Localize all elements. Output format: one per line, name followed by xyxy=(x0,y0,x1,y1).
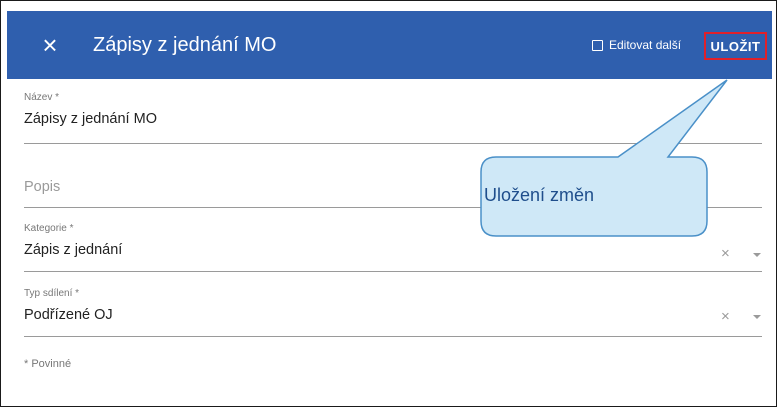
dialog-title: Zápisy z jednání MO xyxy=(93,34,277,56)
checkbox-icon[interactable] xyxy=(592,39,603,51)
close-icon[interactable]: × xyxy=(38,32,62,58)
sharing-type-underline xyxy=(24,336,762,337)
sharing-type-dropdown-icon[interactable] xyxy=(753,315,761,319)
category-dropdown-icon[interactable] xyxy=(753,253,761,257)
category-underline xyxy=(24,271,762,272)
edit-next-label: Editovat další xyxy=(609,38,682,52)
category-clear-icon[interactable]: × xyxy=(721,246,730,261)
dialog-header: × Zápisy z jednání MO Editovat další ULO… xyxy=(7,11,772,79)
save-button[interactable]: ULOŽIT xyxy=(704,32,767,60)
sharing-type-clear-icon[interactable]: × xyxy=(721,309,730,324)
category-field[interactable]: Kategorie * Zápis z jednání xyxy=(24,223,762,259)
sharing-type-value: Podřízené OJ xyxy=(24,307,113,323)
sharing-type-label: Typ sdílení * xyxy=(24,288,80,299)
required-note: * Povinné xyxy=(24,358,72,370)
name-value: Zápisy z jednání MO xyxy=(24,111,157,127)
name-label: Název * xyxy=(24,92,60,103)
callout-text: Uložení změn xyxy=(484,185,595,205)
name-underline xyxy=(24,143,762,144)
description-underline xyxy=(24,207,762,208)
category-label: Kategorie * xyxy=(24,223,74,234)
sharing-type-field[interactable]: Typ sdílení * Podřízené OJ xyxy=(24,288,762,324)
name-field[interactable]: Název * Zápisy z jednání MO xyxy=(24,92,762,128)
edit-next-checkbox[interactable]: Editovat další xyxy=(592,35,681,55)
category-value: Zápis z jednání xyxy=(24,242,123,258)
